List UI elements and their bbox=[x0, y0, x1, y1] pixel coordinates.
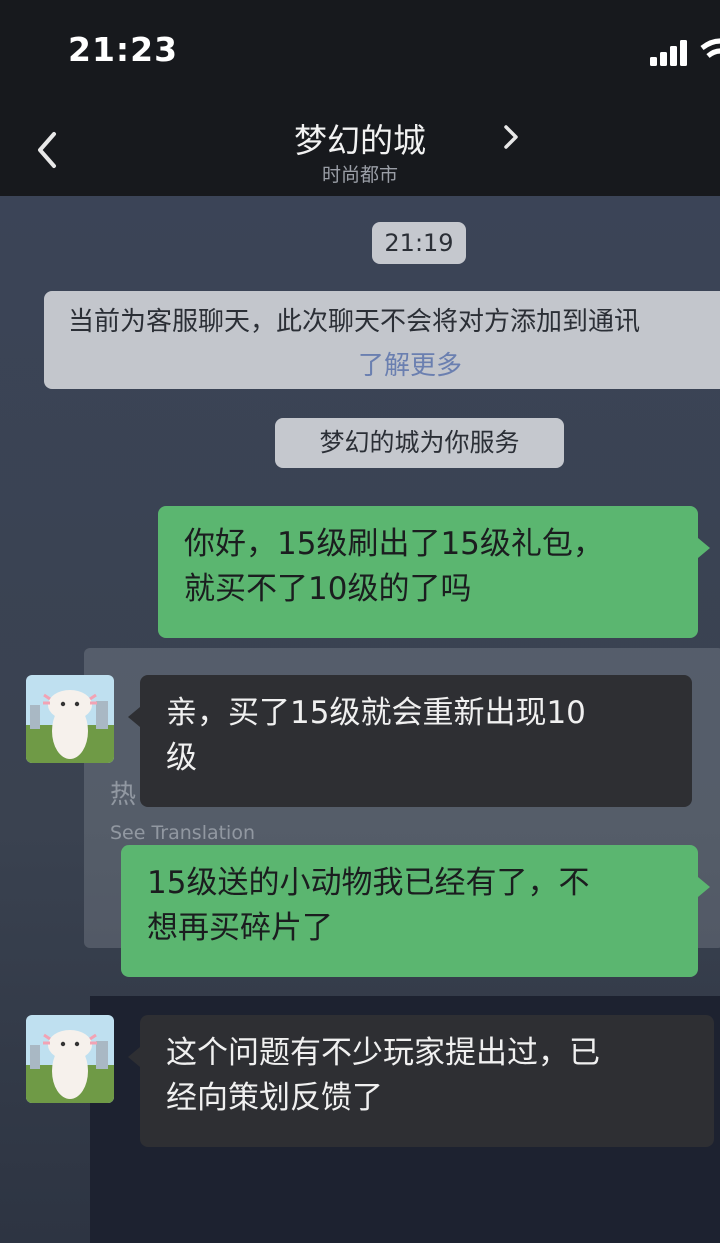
avatar[interactable] bbox=[26, 1015, 114, 1103]
wallpaper-text: 热 bbox=[110, 780, 137, 810]
learn-more-link[interactable]: 了解更多 bbox=[358, 345, 462, 382]
cellular-signal-icon bbox=[650, 40, 687, 66]
message-text-line: 15级送的小动物我已经有了，不 bbox=[147, 865, 590, 901]
message-text-line: 经向策划反馈了 bbox=[166, 1080, 383, 1116]
chat-subtitle: 时尚都市 bbox=[321, 164, 398, 186]
axolotl-avatar-icon bbox=[26, 675, 114, 763]
message-text-line: 你好，15级刷出了15级礼包， bbox=[184, 526, 604, 562]
message-text-line: 这个问题有不少玩家提出过，已 bbox=[166, 1035, 600, 1071]
message-timestamp: 21:19 bbox=[372, 222, 466, 264]
message-bubble-outgoing[interactable]: 你好，15级刷出了15级礼包， 就买不了10级的了吗 bbox=[158, 506, 710, 638]
message-text-line: 亲，买了15级就会重新出现10 bbox=[166, 695, 586, 731]
message-text-line: 想再买碎片了 bbox=[147, 910, 333, 946]
status-bar: 21:23 bbox=[0, 0, 720, 100]
message-text-line: 就买不了10级的了吗 bbox=[184, 571, 472, 607]
notice-text: 当前为客服聊天，此次聊天不会将对方添加到通讯 bbox=[68, 307, 641, 337]
wifi-icon bbox=[700, 38, 720, 59]
chevron-right-icon[interactable] bbox=[500, 122, 522, 152]
message-text-line: 级 bbox=[166, 740, 197, 776]
chat-area[interactable]: 热 See Translation 21:19 当前为客服聊天，此次聊天不会将对… bbox=[0, 196, 720, 1243]
message-bubble-incoming[interactable]: 亲，买了15级就会重新出现10 级 bbox=[128, 675, 692, 807]
nav-bar: 梦幻的城 时尚都市 bbox=[0, 100, 720, 196]
status-time: 21:23 bbox=[68, 30, 179, 69]
service-notice: 梦幻的城为你服务 bbox=[275, 418, 564, 468]
avatar[interactable] bbox=[26, 675, 114, 763]
wallpaper-translate-text: See Translation bbox=[110, 822, 256, 844]
message-bubble-incoming[interactable]: 这个问题有不少玩家提出过，已 经向策划反馈了 bbox=[128, 1015, 714, 1147]
message-bubble-outgoing[interactable]: 15级送的小动物我已经有了，不 想再买碎片了 bbox=[121, 845, 710, 977]
axolotl-avatar-icon bbox=[26, 1015, 114, 1103]
chat-title[interactable]: 梦幻的城 bbox=[0, 114, 720, 162]
customer-service-notice: 当前为客服聊天，此次聊天不会将对方添加到通讯 了解更多 bbox=[44, 291, 720, 389]
